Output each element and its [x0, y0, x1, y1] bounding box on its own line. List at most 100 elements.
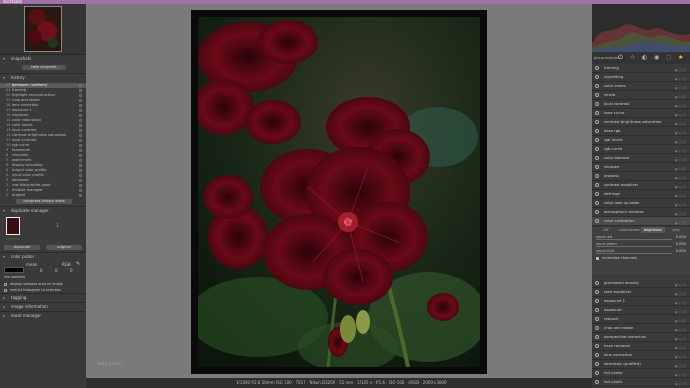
original-button[interactable]: original	[46, 245, 82, 250]
navigation-thumbnail[interactable]	[0, 4, 86, 54]
module-power-icon[interactable]	[595, 102, 599, 106]
module-header[interactable]: local contrast ◐○◯	[592, 100, 690, 109]
section-tagging[interactable]: tagging	[0, 293, 86, 302]
module-header[interactable]: retouch ◐○◯	[592, 315, 690, 324]
section-mask-manager[interactable]: mask manager	[0, 311, 86, 320]
power-icon[interactable]: ⏻	[618, 54, 623, 62]
picker-mode-label[interactable]: mean	[26, 262, 37, 267]
module-header[interactable]: contrast equalizer ◐○◯	[592, 181, 690, 190]
module-power-icon[interactable]	[595, 165, 599, 169]
module-power-icon[interactable]	[595, 156, 599, 160]
duplicate-button[interactable]: duplicate	[4, 245, 40, 250]
module-header[interactable]: rgb curve ◐○◯	[592, 145, 690, 154]
tone-icon[interactable]: ◐	[642, 54, 647, 61]
module-header[interactable]: exposure ◐○◯	[592, 306, 690, 315]
calibration-tab[interactable]: CAT	[594, 227, 618, 233]
module-power-icon[interactable]	[595, 192, 599, 196]
slider-track[interactable]	[596, 239, 672, 240]
section-snapshots[interactable]: snapshots	[0, 54, 86, 63]
module-header[interactable]: hot pixels ◐○◯	[592, 369, 690, 378]
histogram[interactable]	[592, 4, 690, 52]
module-power-icon[interactable]	[595, 120, 599, 124]
module-power-icon[interactable]	[595, 290, 599, 294]
calibration-slider[interactable]: input blue 0.000	[592, 248, 690, 255]
module-power-icon[interactable]	[595, 138, 599, 142]
module-power-icon[interactable]	[595, 210, 599, 214]
module-power-icon[interactable]	[595, 353, 599, 357]
module-header[interactable]: contrast brightness saturation ◐○◯	[592, 118, 690, 127]
module-power-icon[interactable]	[595, 174, 599, 178]
normalize-checkbox[interactable]	[596, 257, 599, 260]
module-power-icon[interactable]	[595, 335, 599, 339]
effect-icon[interactable]: ★	[678, 54, 683, 61]
center-view[interactable]: with pixel!	[86, 4, 592, 378]
color-icon[interactable]: ◉	[654, 54, 659, 61]
slider-track[interactable]	[596, 253, 672, 254]
module-header[interactable]: tone curve ◐○◯	[592, 109, 690, 118]
correct-icon[interactable]: ◌	[666, 54, 671, 61]
module-power-icon[interactable]	[595, 75, 599, 79]
slider-track[interactable]	[596, 246, 672, 247]
module-power-icon[interactable]	[595, 93, 599, 97]
module-power-icon[interactable]	[595, 201, 599, 205]
duplicate-thumbnail[interactable]	[6, 217, 20, 235]
module-header[interactable]: perspective correction ◐○◯	[592, 333, 690, 342]
module-power-icon[interactable]	[595, 308, 599, 312]
module-power-icon[interactable]	[595, 84, 599, 88]
star-icon[interactable]: ☆	[630, 54, 635, 61]
module-power-icon[interactable]	[595, 111, 599, 115]
module-header[interactable]: color balance ◐○◯	[592, 154, 690, 163]
section-history[interactable]: history	[0, 73, 86, 82]
module-header[interactable]: color zones ◐○◯	[592, 82, 690, 91]
module-header[interactable]: framing ◐○◯	[592, 64, 690, 73]
display-samples-checkbox[interactable]	[4, 283, 7, 286]
calibration-tab[interactable]: colorfulness	[618, 227, 642, 233]
calibration-tab[interactable]: brightness	[641, 227, 665, 233]
module-header[interactable]: color calibration ◐○◯	[592, 217, 690, 226]
module-power-icon[interactable]	[595, 380, 599, 384]
module-power-icon[interactable]	[595, 299, 599, 303]
picker-eyedropper-icon[interactable]: ✎	[76, 261, 80, 267]
module-header[interactable]: vignetting ◐○◯	[592, 73, 690, 82]
calibration-slider[interactable]: input red 0.000	[592, 234, 690, 241]
module-header[interactable]: exposure 1 ◐○◯	[592, 297, 690, 306]
module-header[interactable]: lowpass ◐○◯	[592, 172, 690, 181]
module-header[interactable]: tone equalizer ◐○◯	[592, 288, 690, 297]
module-power-icon[interactable]	[595, 281, 599, 285]
module-power-icon[interactable]	[595, 371, 599, 375]
module-header[interactable]: demosaic (profiled) ◐○◯	[592, 360, 690, 369]
module-power-icon[interactable]	[595, 147, 599, 151]
module-header[interactable]: atmospheric denoise ◐○◯	[592, 208, 690, 217]
module-power-icon[interactable]	[595, 362, 599, 366]
module-power-icon[interactable]	[595, 183, 599, 187]
module-header[interactable]: base rgb ◐○◯	[592, 127, 690, 136]
section-duplicate-manager[interactable]: duplicate manager	[0, 206, 86, 215]
section-color-picker[interactable]: color picker	[0, 252, 86, 261]
section-image-information[interactable]: image information	[0, 302, 86, 311]
module-power-icon[interactable]	[595, 326, 599, 330]
picker-model-label[interactable]: RGB	[62, 262, 71, 267]
module-power-icon[interactable]	[595, 317, 599, 321]
compress-history-button[interactable]: compress history stack	[16, 199, 72, 204]
calibration-tab[interactable]: gray	[665, 227, 689, 233]
module-header[interactable]: hot pixels ◐○◯	[592, 378, 690, 387]
calibration-slider[interactable]: input green 0.000	[592, 241, 690, 248]
restrict-histogram-checkbox[interactable]	[4, 289, 7, 292]
module-controls-icon[interactable]: ◐○◯	[675, 219, 687, 227]
module-header[interactable]: lens correction ◐○◯	[592, 351, 690, 360]
module-header[interactable]: defringe ◐○◯	[592, 190, 690, 199]
module-power-icon[interactable]	[595, 66, 599, 70]
module-power-icon[interactable]	[595, 344, 599, 348]
module-header[interactable]: sharpen ◐○◯	[592, 163, 690, 172]
take-snapshot-button[interactable]: take snapshot	[22, 65, 66, 70]
module-header[interactable]: color look up table ◐○◯	[592, 199, 690, 208]
module-header[interactable]: crop and rotate ◐○◯	[592, 324, 690, 333]
module-power-icon[interactable]	[595, 129, 599, 133]
module-header[interactable]: graduated density ◐○◯	[592, 279, 690, 288]
main-image[interactable]	[198, 17, 480, 367]
module-header[interactable]: rgb levels ◐○◯	[592, 136, 690, 145]
module-header[interactable]: velvia ◐○◯	[592, 91, 690, 100]
tab-group-modules[interactable]: group modules	[594, 56, 619, 60]
module-header[interactable]: haze removal ◐○◯	[592, 342, 690, 351]
module-power-icon[interactable]	[595, 219, 599, 223]
